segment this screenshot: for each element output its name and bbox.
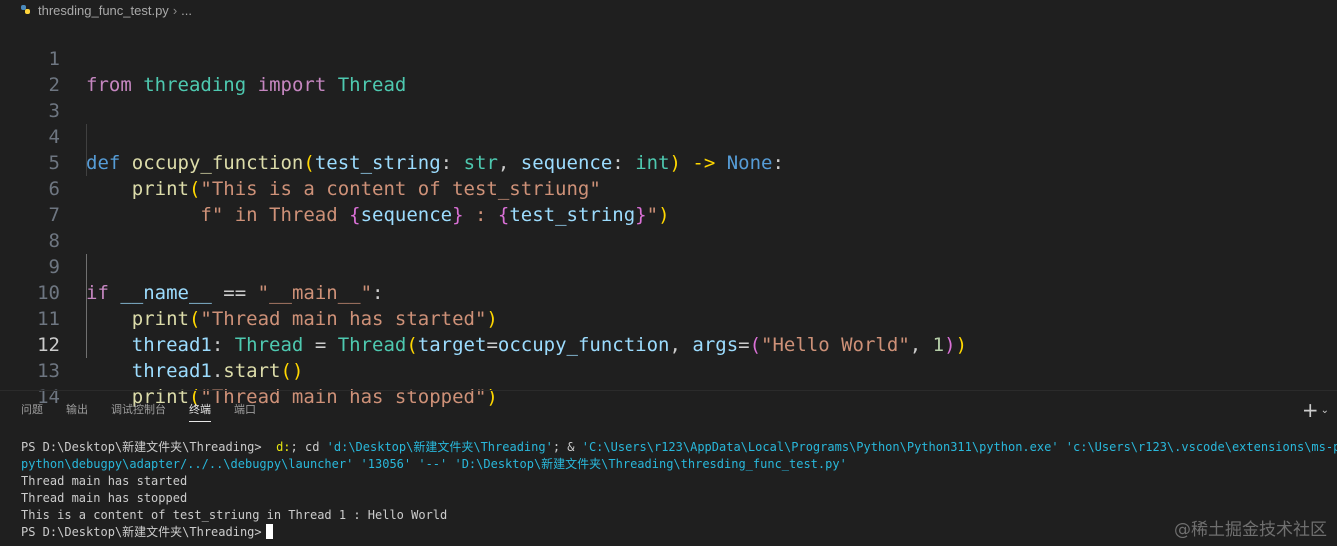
breadcrumb-more[interactable]: ... [181,3,192,18]
terminal-line: PS D:\Desktop\新建文件夹\Threading> [21,524,1337,541]
code-editor[interactable]: 1 from threading import Thread 2 3 4 def… [0,20,1337,408]
code-line-11[interactable]: 11 thread1: Thread = Thread(target=occup… [0,280,1337,356]
code-line-3[interactable]: 3 [0,72,1337,122]
tab-terminal[interactable]: 终端 [189,398,211,422]
breadcrumb-file[interactable]: thresding_func_test.py [38,3,169,18]
code-line-14[interactable]: 14 [0,358,1337,408]
code-line-1[interactable]: 1 from threading import Thread [0,20,1337,96]
code-line-5[interactable]: 5 print("This is a content of test_striu… [0,124,1337,200]
terminal-cursor [265,524,273,539]
terminal-command: ; cd [290,440,327,454]
terminal-line: PS D:\Desktop\新建文件夹\Threading> d:; cd 'd… [21,439,1337,456]
code-line-8[interactable]: 8 [0,202,1337,252]
chevron-right-icon: › [172,2,178,18]
code-line-10[interactable]: 10 print("Thread main has started") [0,254,1337,330]
code-line-6[interactable]: 6 f" in Thread {sequence} : {test_string… [0,150,1337,226]
tab-problems[interactable]: 问题 [21,398,43,422]
panel-divider [0,390,1337,391]
terminal-command: 'C:\Users\r123\AppData\Local\Programs\Py… [581,440,1337,454]
code-line-13[interactable]: 13 print("Thread main has stopped") [0,332,1337,408]
tab-debug-console[interactable]: 调试控制台 [111,398,166,422]
terminal-prompt: PS D:\Desktop\新建文件夹\Threading> [21,440,269,454]
code-line-9[interactable]: 9 if __name__ == "__main__": [0,228,1337,304]
python-file-icon [20,4,32,16]
tab-output[interactable]: 输出 [66,398,88,422]
terminal[interactable]: PS D:\Desktop\新建文件夹\Threading> d:; cd 'd… [21,439,1337,541]
watermark: @稀土掘金技术社区 [1174,520,1327,540]
code-line-2[interactable]: 2 [0,46,1337,96]
code-line-4[interactable]: 4 def occupy_function(test_string: str, … [0,98,1337,174]
new-terminal-plus-icon[interactable]: + [1302,398,1319,422]
breadcrumb: thresding_func_test.py › ... [0,0,1337,20]
tab-ports[interactable]: 端口 [234,398,256,422]
chevron-down-icon[interactable]: ⌄ [1321,405,1329,416]
terminal-command: 'd:\Desktop\新建文件夹\Threading' [326,440,553,454]
panel-actions: + ⌄ [1302,398,1329,422]
terminal-command: ; & [552,440,582,454]
terminal-output: This is a content of test_striung in Thr… [21,508,448,522]
panel-tabs: 问题 输出 调试控制台 终端 端口 [0,398,258,422]
code-line-12[interactable]: 12 thread1.start() [0,306,1337,382]
terminal-output: Thread main has started [21,474,188,488]
terminal-line: python\debugpy\adapter/../..\debugpy\lau… [21,457,847,471]
terminal-command: d: [268,440,291,454]
code-line-7[interactable]: 7 [0,176,1337,226]
terminal-prompt: PS D:\Desktop\新建文件夹\Threading> [21,525,262,539]
terminal-output: Thread main has stopped [21,491,188,505]
